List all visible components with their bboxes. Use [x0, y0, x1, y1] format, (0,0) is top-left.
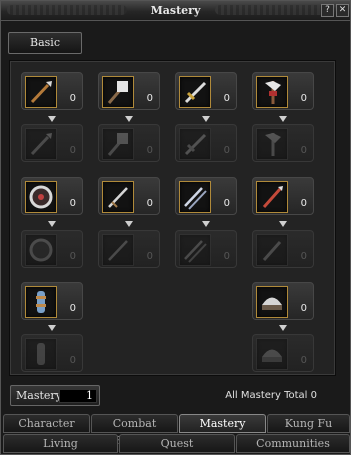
- skill-level: 0: [300, 198, 307, 209]
- skill-slot-gauntlet-locked[interactable]: 0: [21, 334, 83, 372]
- skill-slot-blade[interactable]: 0: [98, 177, 160, 215]
- dual-blade-icon: [179, 234, 211, 266]
- mastery-window: Mastery ? ✕ Basic 0 0 0 0 0 0 0 0 0 0 0 …: [0, 0, 351, 455]
- tab-living[interactable]: Living: [3, 434, 118, 453]
- dagger-icon: [256, 234, 288, 266]
- skill-slot-dagger[interactable]: 0: [252, 177, 314, 215]
- skill-level: 0: [69, 251, 76, 262]
- window-title: Mastery: [150, 4, 201, 17]
- down-arrow-icon: [48, 221, 56, 227]
- skill-level: 0: [300, 145, 307, 156]
- blade-icon: [102, 234, 134, 266]
- skill-slot-sword[interactable]: 0: [175, 72, 237, 110]
- skill-slot-spear[interactable]: 0: [21, 72, 83, 110]
- mastery-panel: 0 0 0 0 0 0 0 0 0 0 0 0 0 0 0 0 0 0 0 0: [9, 60, 336, 376]
- axe-icon: [102, 128, 134, 160]
- tab-row-primary: Character Combat Record Mastery Kung Fu: [1, 414, 351, 447]
- mastery-value: 1: [59, 389, 97, 403]
- gauntlet-icon: [25, 338, 57, 370]
- skill-level: 0: [146, 198, 153, 209]
- down-arrow-icon: [48, 116, 56, 122]
- skill-slot-halberd-locked[interactable]: 0: [252, 124, 314, 162]
- skill-slot-helmet[interactable]: 0: [252, 282, 314, 320]
- down-arrow-icon: [125, 221, 133, 227]
- dual-blade-icon: [179, 181, 211, 213]
- skill-slot-dual-blade-locked[interactable]: 0: [175, 230, 237, 268]
- down-arrow-icon: [48, 325, 56, 331]
- halberd-icon: [256, 76, 288, 108]
- shield-icon: [25, 234, 57, 266]
- dagger-icon: [256, 181, 288, 213]
- skill-level: 0: [69, 145, 76, 156]
- skill-slot-dagger-locked[interactable]: 0: [252, 230, 314, 268]
- down-arrow-icon: [279, 325, 287, 331]
- halberd-icon: [256, 128, 288, 160]
- down-arrow-icon: [125, 116, 133, 122]
- skill-level: 0: [223, 251, 230, 262]
- skill-level: 0: [146, 93, 153, 104]
- shield-icon: [25, 181, 57, 213]
- skill-slot-dual-blade[interactable]: 0: [175, 177, 237, 215]
- skill-slot-shield-locked[interactable]: 0: [21, 230, 83, 268]
- skill-level: 0: [300, 93, 307, 104]
- skill-level: 0: [69, 303, 76, 314]
- skill-level: 0: [300, 251, 307, 262]
- mastery-label: Mastery: [16, 389, 62, 402]
- tab-communities[interactable]: Communities: [236, 434, 350, 453]
- all-mastery-total: All Mastery Total 0: [225, 390, 317, 401]
- down-arrow-icon: [202, 221, 210, 227]
- skill-level: 0: [300, 355, 307, 366]
- tab-mastery[interactable]: Mastery: [179, 414, 266, 433]
- skill-level: 0: [300, 303, 307, 314]
- skill-slot-shield[interactable]: 0: [21, 177, 83, 215]
- skill-slot-gauntlet[interactable]: 0: [21, 282, 83, 320]
- skill-level: 0: [223, 198, 230, 209]
- skill-slot-axe-locked[interactable]: 0: [98, 124, 160, 162]
- basic-subtab[interactable]: Basic: [8, 32, 82, 54]
- skill-slot-blade-locked[interactable]: 0: [98, 230, 160, 268]
- sword-icon: [179, 76, 211, 108]
- help-button[interactable]: ?: [321, 4, 334, 17]
- tab-quest[interactable]: Quest: [119, 434, 235, 453]
- down-arrow-icon: [202, 116, 210, 122]
- skill-level: 0: [69, 93, 76, 104]
- spear-icon: [25, 76, 57, 108]
- skill-level: 0: [223, 145, 230, 156]
- blade-icon: [102, 181, 134, 213]
- skill-level: 0: [69, 355, 76, 366]
- axe-icon: [102, 76, 134, 108]
- spear-icon: [25, 128, 57, 160]
- tab-character[interactable]: Character: [3, 414, 90, 433]
- tab-kung-fu[interactable]: Kung Fu: [267, 414, 350, 433]
- tab-combat-record[interactable]: Combat Record: [91, 414, 178, 447]
- down-arrow-icon: [279, 116, 287, 122]
- skill-level: 0: [223, 93, 230, 104]
- skill-slot-helmet-locked[interactable]: 0: [252, 334, 314, 372]
- skill-slot-spear-locked[interactable]: 0: [21, 124, 83, 162]
- gauntlet-icon: [25, 286, 57, 318]
- close-button[interactable]: ✕: [336, 4, 349, 17]
- helmet-icon: [256, 338, 288, 370]
- tab-row-secondary: Living Quest Communities: [1, 434, 351, 453]
- skill-level: 0: [146, 251, 153, 262]
- title-bar[interactable]: Mastery ? ✕: [1, 1, 350, 21]
- helmet-icon: [256, 286, 288, 318]
- skill-slot-sword-locked[interactable]: 0: [175, 124, 237, 162]
- down-arrow-icon: [279, 221, 287, 227]
- skill-level: 0: [146, 145, 153, 156]
- mastery-points-box: Mastery 1: [10, 385, 100, 406]
- sword-icon: [179, 128, 211, 160]
- skill-slot-halberd[interactable]: 0: [252, 72, 314, 110]
- skill-slot-axe[interactable]: 0: [98, 72, 160, 110]
- skill-level: 0: [69, 198, 76, 209]
